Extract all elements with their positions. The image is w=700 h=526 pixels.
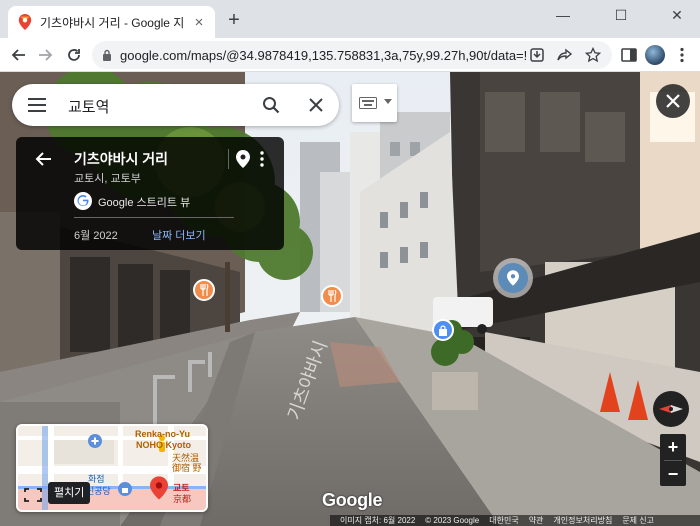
minimap-label: Renka-no-Yu [135,429,191,439]
region-link[interactable]: 대한민국 [489,515,518,526]
search-input[interactable]: 교토역 [68,96,109,117]
attribution-footer: 이미지 캡처: 6월 2022 © 2023 Google 대한민국 약관 개인… [330,515,700,526]
lock-icon [103,49,111,61]
menu-icon[interactable] [28,97,46,113]
maps-favicon [18,14,32,30]
zoom-out-button[interactable]: − [660,461,686,487]
share-icon[interactable] [557,47,573,63]
browser-tab[interactable]: 기츠야바시 거리 - Google 지도 × [8,6,215,38]
chrome-menu-icon[interactable] [673,46,691,64]
location-subtitle: 교토시, 교토부 [74,173,141,185]
new-tab-button[interactable]: + [222,8,246,32]
profile-avatar[interactable] [645,45,665,65]
restaurant-marker[interactable] [193,279,215,301]
shopping-marker[interactable] [432,319,454,341]
google-logo-badge [74,192,92,210]
google-logo: Google [322,490,383,510]
zoom-in-button[interactable]: + [660,434,686,460]
close-icon[interactable] [308,97,324,113]
minimap-label: 御宿 野 [172,463,202,473]
minimap-label: NOHO Kyoto [136,440,191,450]
capture-date: 6월 2022 [74,230,118,242]
back-arrow-icon[interactable] [34,151,52,167]
divider [74,217,234,218]
terms-link[interactable]: 약관 [529,515,544,526]
reload-button[interactable] [62,43,86,67]
privacy-link[interactable]: 개인정보처리방침 [553,515,612,526]
location-pin-icon[interactable] [236,150,250,168]
capture-info: 이미지 캡처: 6월 2022 [340,516,416,525]
search-box[interactable]: 교토역 [12,84,339,126]
more-vert-icon[interactable] [259,150,265,168]
shopping-icon [118,482,132,496]
install-icon[interactable] [529,47,545,63]
minimap-label: 京都 [173,494,192,504]
location-info-card: 기츠야바시 거리 교토시, 교토부 Google 스트리트 뷰 6월 2022 … [16,137,284,250]
location-pin-icon [507,270,519,286]
minimap[interactable]: Renka-no-Yu NOHO Kyoto 天然温 御宿 野 화점 신공당 교… [16,424,208,512]
compass-icon [659,405,683,413]
copyright: © 2023 Google [425,516,480,525]
back-button[interactable] [6,43,30,67]
browser-window: 기츠야바시 거리 - Google 지도 × + — ☐ ✕ google.co… [0,0,700,526]
restaurant-icon [200,284,209,296]
location-marker-inner [498,263,528,293]
forward-arrow-icon [39,49,53,61]
compass-button[interactable] [653,391,689,427]
location-pin-icon [150,476,168,500]
tab-title: 기츠야바시 거리 - Google 지도 [40,15,185,30]
reload-icon [68,49,80,61]
minimize-button[interactable]: — [540,0,586,30]
url-text: google.com/maps/@34.9878419,135.758831,3… [120,47,526,63]
divider [228,149,229,169]
address-bar[interactable]: google.com/maps/@34.9878419,135.758831,3… [92,41,612,69]
forward-button[interactable] [34,43,58,67]
location-marker[interactable] [493,258,533,298]
search-icon[interactable] [262,96,280,114]
star-icon[interactable] [585,47,601,63]
input-tools-button[interactable] [352,84,397,122]
window-close-button[interactable]: ✕ [654,0,700,30]
shopping-icon [439,324,447,336]
close-icon [666,94,680,108]
source-label: Google 스트리트 뷰 [98,197,191,209]
tab-strip: 기츠야바시 거리 - Google 지도 × + — ☐ ✕ [0,0,700,38]
maximize-button[interactable]: ☐ [598,0,644,30]
browser-toolbar: google.com/maps/@34.9878419,135.758831,3… [0,38,700,72]
more-dates-link[interactable]: 날짜 더보기 [152,227,206,243]
hospital-icon [88,434,102,448]
report-link[interactable]: 문제 신고 [622,515,654,526]
restaurant-icon [328,290,337,302]
location-title: 기츠야바시 거리 [74,151,169,167]
restaurant-marker[interactable] [321,285,343,307]
sidebar-icon[interactable] [620,46,638,64]
zoom-controls: + − [660,434,686,486]
close-street-view-button[interactable] [656,84,690,118]
back-arrow-icon [11,49,25,61]
keyboard-icon [359,97,377,109]
expand-tooltip: 펼치기 [48,482,91,504]
expand-icon[interactable] [22,486,44,504]
google-g-icon [77,195,89,206]
chevron-down-icon [384,99,392,104]
tab-close-button[interactable]: × [191,14,207,31]
